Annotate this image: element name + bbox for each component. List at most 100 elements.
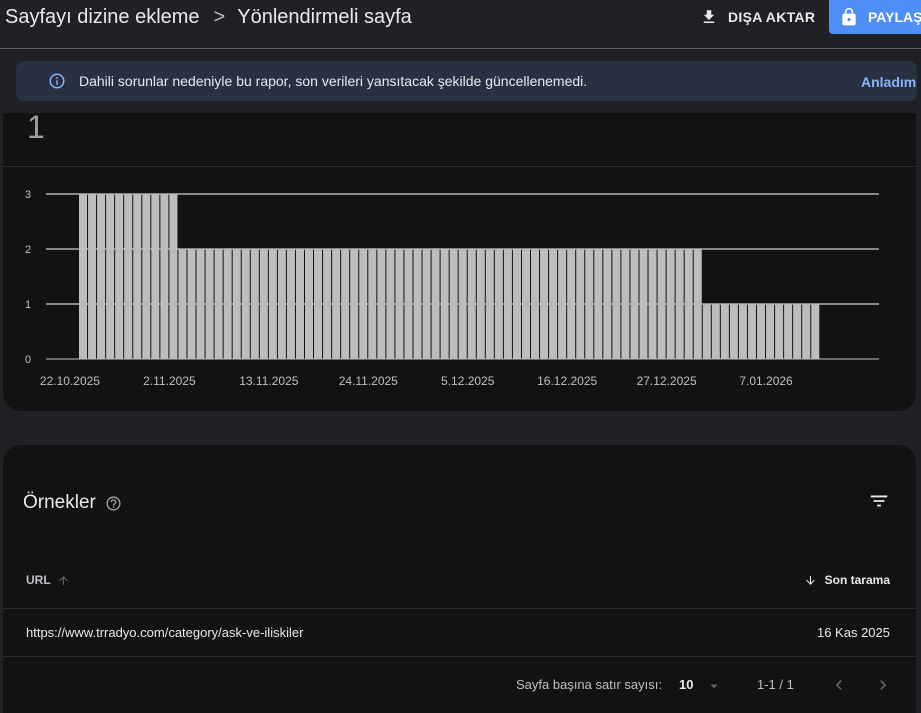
samples-title: Örnekler — [23, 492, 96, 513]
chart-bar — [151, 194, 160, 359]
x-tick-label: 16.12.2025 — [537, 374, 597, 388]
download-icon — [703, 10, 715, 23]
filter-icon[interactable] — [868, 490, 890, 512]
chart-bar — [178, 249, 187, 359]
chart-bar — [738, 304, 747, 359]
chart-bar — [720, 304, 729, 359]
x-tick-label: 5.12.2025 — [441, 374, 495, 388]
y-tick-label: 1 — [25, 299, 31, 311]
page-title: Yönlendirmeli sayfa — [237, 6, 412, 28]
chart-bar — [540, 249, 549, 359]
rows-per-page-select[interactable]: 10 — [679, 677, 693, 692]
x-tick-label: 2.11.2025 — [143, 374, 196, 388]
chart-bar — [214, 249, 223, 359]
table-row-url[interactable]: https://www.trradyo.com/category/ask-ve-… — [26, 625, 303, 640]
chart-bar — [133, 194, 142, 359]
chart-bar — [323, 249, 332, 359]
chart-bar — [404, 249, 413, 359]
chart-bar — [332, 249, 341, 359]
chart-bar — [314, 249, 323, 359]
y-tick-label: 2 — [25, 244, 31, 256]
x-tick-label: 13.11.2025 — [239, 374, 298, 388]
chart-bar — [585, 249, 594, 359]
chart-bar — [259, 249, 268, 359]
lock-icon — [842, 7, 856, 26]
chart-bar — [196, 249, 205, 359]
chart-bar — [305, 249, 314, 359]
export-button[interactable]: DIŞA AKTAR — [700, 4, 815, 30]
chart-bar — [811, 304, 820, 359]
x-tick-label: 27.12.2025 — [637, 374, 697, 388]
chart-bar — [386, 249, 395, 359]
chart-bar — [169, 194, 178, 359]
chart-bar — [630, 249, 639, 359]
chart-bar — [603, 249, 612, 359]
pagination-range: 1-1 / 1 — [757, 677, 794, 692]
info-icon — [49, 73, 65, 89]
chart-bar — [232, 249, 241, 359]
notice-ack-button[interactable]: Anladım — [861, 74, 916, 90]
share-button[interactable]: PAYLAŞ — [829, 0, 921, 34]
chart-bar — [531, 249, 540, 359]
chart-bar — [711, 304, 720, 359]
column-header-last-crawl[interactable]: Son tarama — [804, 573, 890, 587]
chart-bar — [205, 249, 214, 359]
chart-bar — [79, 194, 88, 359]
chart-bar — [268, 249, 277, 359]
chart-bar — [413, 249, 422, 359]
chart-bar — [757, 304, 766, 359]
breadcrumb-parent[interactable]: Sayfayı dizine ekleme — [5, 6, 200, 29]
chart-bar — [747, 304, 756, 359]
chart-bar — [729, 304, 738, 359]
chart-bar — [241, 249, 250, 359]
chart-bar — [675, 249, 684, 359]
row-divider — [3, 656, 916, 657]
chart-bar — [187, 249, 196, 359]
column-header-url[interactable]: URL — [26, 573, 70, 587]
chart-bar — [440, 249, 449, 359]
chart-card: 1 0 1 2 3 22.10.2025 2.11.2025 13.11.2025 24.11… — [3, 113, 916, 411]
chart-bar — [639, 249, 648, 359]
x-tick-label: 24.11.2025 — [339, 374, 398, 388]
chart-bar — [512, 249, 521, 359]
chart-bar — [422, 249, 431, 359]
chart-bar — [160, 194, 169, 359]
chart-bar — [684, 249, 693, 359]
chart-bar — [467, 249, 476, 359]
chart-bar — [621, 249, 630, 359]
column-header-last-crawl-label: Son tarama — [824, 573, 890, 587]
chart-bar — [666, 249, 675, 359]
help-icon[interactable] — [105, 495, 122, 512]
chart-bar — [476, 249, 485, 359]
chart-bar — [494, 249, 503, 359]
share-label: PAYLAŞ — [868, 9, 921, 25]
chart-bar — [784, 304, 793, 359]
chart-bar — [775, 304, 784, 359]
x-tick-label: 7.01.2026 — [739, 374, 793, 388]
chart-bar — [286, 249, 295, 359]
chart-bar — [612, 249, 621, 359]
chart-bar — [350, 249, 359, 359]
top-bar: Sayfayı dizine ekleme > Yönlendirmeli sa… — [0, 0, 921, 49]
breadcrumb-separator: > — [213, 6, 226, 28]
chart-bar — [277, 249, 286, 359]
chart-bar — [521, 249, 530, 359]
chart-bar — [250, 249, 259, 359]
chart-bar — [88, 194, 97, 359]
column-header-url-label: URL — [26, 573, 51, 587]
samples-card: Örnekler URL Son tarama https://www.trra… — [3, 445, 916, 713]
chart-bar — [124, 194, 133, 359]
chart-bar — [106, 194, 115, 359]
rows-per-page-label: Sayfa başına satır sayısı: — [516, 677, 662, 692]
chart-bar — [567, 249, 576, 359]
chart-bar — [341, 249, 350, 359]
chart-bar — [377, 249, 386, 359]
caret-down-icon[interactable] — [705, 677, 723, 695]
chart-bar — [142, 194, 151, 359]
chevron-left-icon[interactable] — [829, 675, 849, 695]
chart-bar — [766, 304, 775, 359]
chart-bar — [449, 249, 458, 359]
chart-bar — [458, 249, 467, 359]
y-tick-label: 3 — [25, 189, 31, 201]
chevron-right-icon[interactable] — [873, 675, 893, 695]
